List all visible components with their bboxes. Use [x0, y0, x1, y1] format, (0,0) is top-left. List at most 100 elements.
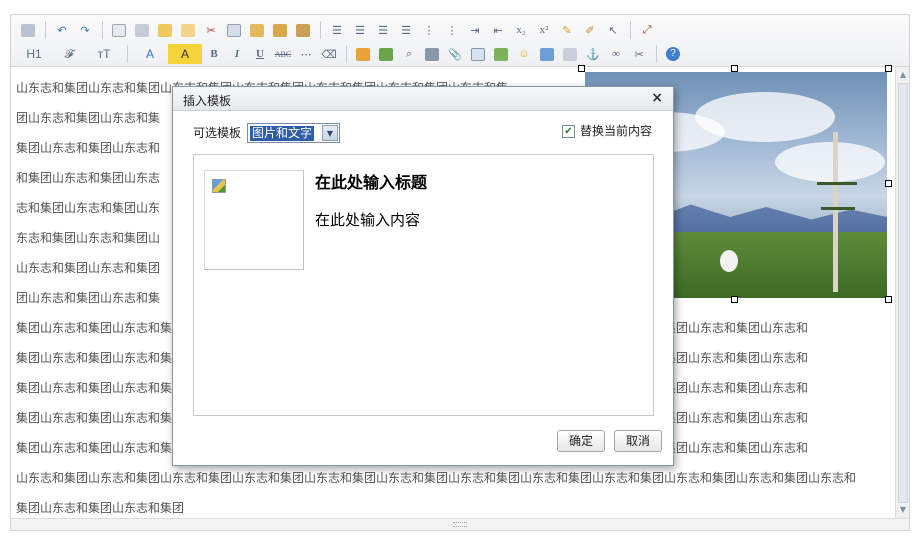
paste-text-icon[interactable] — [292, 20, 314, 40]
cancel-button[interactable]: 取消 — [614, 430, 662, 452]
template-select-value: 图片和文字 — [250, 126, 315, 141]
ordered-list-icon[interactable]: ⋮ — [418, 20, 440, 40]
image-cloud — [695, 92, 835, 142]
toolbar-separator — [45, 21, 46, 39]
search-replace-icon[interactable]: ⌕ — [398, 44, 420, 64]
dialog-title: 插入模板 — [183, 94, 232, 108]
background-color-button[interactable]: A — [168, 44, 202, 64]
resize-handle[interactable] — [731, 296, 738, 303]
resize-handle[interactable] — [578, 65, 585, 72]
underline-button[interactable]: U — [249, 44, 271, 64]
scroll-up-arrow[interactable]: ▲ — [898, 69, 908, 81]
redo-icon[interactable]: ↷ — [74, 20, 96, 40]
attachment-icon[interactable]: 📎 — [444, 44, 466, 64]
editor-resize-bar[interactable] — [11, 518, 909, 530]
align-center-icon[interactable]: ☰ — [349, 20, 371, 40]
content-line: 集团山东志和集团山东志和集团 — [16, 501, 185, 515]
ok-button[interactable]: 确定 — [557, 430, 605, 452]
italic-button[interactable]: I — [226, 44, 248, 64]
vertical-scrollbar[interactable]: ▲ ▼ — [895, 67, 909, 518]
print-icon[interactable] — [131, 20, 153, 40]
source-icon[interactable] — [17, 20, 39, 40]
justify-icon[interactable]: ☰ — [395, 20, 417, 40]
content-line: 集团山东志和集团山东志和 — [16, 141, 161, 155]
subscript-icon[interactable]: x₂ — [510, 20, 532, 40]
replace-content-checkbox[interactable]: ✔ — [562, 125, 575, 138]
toolbar-separator — [320, 21, 321, 39]
video-icon[interactable] — [421, 44, 443, 64]
content-line: 团山东志和集团山东志和集 — [16, 291, 161, 305]
replace-content-label: 替换当前内容 — [580, 124, 653, 138]
superscript-icon[interactable]: x² — [533, 20, 555, 40]
align-left-icon[interactable]: ☰ — [326, 20, 348, 40]
resize-handle[interactable] — [885, 296, 892, 303]
paste-icon[interactable] — [246, 20, 268, 40]
copy-icon[interactable] — [223, 20, 245, 40]
resize-handle[interactable] — [885, 65, 892, 72]
insert-row-icon[interactable] — [352, 44, 374, 64]
table-icon[interactable] — [467, 44, 489, 64]
resize-handle[interactable] — [885, 180, 892, 187]
insert-code-icon[interactable] — [490, 44, 512, 64]
clear-format-icon[interactable]: ✎ — [556, 20, 578, 40]
format-painter-icon[interactable]: ✐ — [579, 20, 601, 40]
template-preview-title: 在此处输入标题 — [315, 173, 428, 192]
align-right-icon[interactable]: ☰ — [372, 20, 394, 40]
paste-word-icon[interactable] — [269, 20, 291, 40]
image-placeholder-icon — [212, 179, 226, 193]
chevron-down-icon[interactable]: ▼ — [322, 125, 338, 141]
font-color-button[interactable]: A — [133, 44, 167, 64]
font-family-dropdown[interactable]: 𝓕 — [52, 44, 86, 64]
scrollbar-thumb[interactable] — [898, 83, 908, 503]
image-icon[interactable] — [536, 44, 558, 64]
scroll-down-arrow[interactable]: ▼ — [898, 504, 908, 516]
hr-icon[interactable]: ⋯ — [295, 44, 317, 64]
bold-button[interactable]: B — [203, 44, 225, 64]
image-cloud — [775, 142, 885, 182]
preview-icon[interactable] — [108, 20, 130, 40]
template-preview: 在此处输入标题 在此处输入内容 — [193, 154, 654, 416]
resize-grip-icon[interactable] — [453, 522, 467, 527]
insert-col-icon[interactable] — [375, 44, 397, 64]
help-icon[interactable]: ? — [662, 44, 684, 64]
template-select[interactable]: 图片和文字 ▼ — [247, 123, 340, 143]
image-tree-branch — [821, 207, 855, 210]
toolbar-separator — [346, 45, 347, 63]
undo-icon[interactable]: ↶ — [51, 20, 73, 40]
editor-toolbar: ↶ ↷ ✂ ☰ ☰ ☰ ☰ ⋮ ⋮ ⇥ ⇤ x₂ x² ✎ ✐ ↖ ⤢ H1 𝓕… — [11, 15, 909, 67]
emoticon-icon[interactable]: ☺ — [513, 44, 535, 64]
template-icon[interactable] — [154, 20, 176, 40]
image-tree-trunk — [833, 132, 838, 292]
content-line: 山东志和集团山东志和集团山东志和集团山东志和集团山东志和集团山东志和集团山东志和… — [16, 471, 857, 485]
select-all-icon[interactable]: ↖ — [602, 20, 624, 40]
template-image-placeholder — [204, 170, 304, 270]
strikethrough-button[interactable]: ABC — [272, 44, 294, 64]
eraser-icon[interactable]: ⌫ — [318, 44, 340, 64]
toolbar-separator — [630, 21, 631, 39]
image-tree-branch — [817, 182, 857, 185]
template-label: 可选模板 — [193, 126, 242, 140]
toolbar-separator — [656, 45, 657, 63]
toolbar-separator — [102, 21, 103, 39]
anchor-icon[interactable]: ⚓ — [582, 44, 604, 64]
page-break-icon[interactable] — [559, 44, 581, 64]
dialog-title-bar[interactable]: 插入模板 × — [173, 87, 673, 111]
paste-plain-icon[interactable] — [177, 20, 199, 40]
insert-template-dialog: 插入模板 × 可选模板 图片和文字 ▼ ✔ 替换当前内容 在此处输入标题 在此处… — [172, 86, 674, 466]
font-size-dropdown[interactable]: ᴛT — [87, 44, 121, 64]
image-crane — [720, 250, 738, 272]
content-line: 团山东志和集团山东志和集 — [16, 111, 161, 125]
link-icon[interactable]: ∞ — [605, 44, 627, 64]
toolbar-row-2: H1 𝓕 ᴛT A A B I U ABC ⋯ ⌫ ⌕ 📎 ☺ ⚓ ∞ ✂ ? — [17, 43, 685, 65]
outdent-icon[interactable]: ⇤ — [487, 20, 509, 40]
close-icon[interactable]: × — [651, 90, 663, 106]
cut-icon[interactable]: ✂ — [200, 20, 222, 40]
maximize-icon[interactable]: ⤢ — [636, 20, 658, 40]
template-preview-body: 在此处输入内容 — [315, 211, 421, 229]
indent-icon[interactable]: ⇥ — [464, 20, 486, 40]
bullet-list-icon[interactable]: ⋮ — [441, 20, 463, 40]
unlink-icon[interactable]: ✂ — [628, 44, 650, 64]
resize-handle[interactable] — [731, 65, 738, 72]
heading-dropdown[interactable]: H1 — [17, 44, 51, 64]
content-line: 东志和集团山东志和集团山 — [16, 231, 161, 245]
